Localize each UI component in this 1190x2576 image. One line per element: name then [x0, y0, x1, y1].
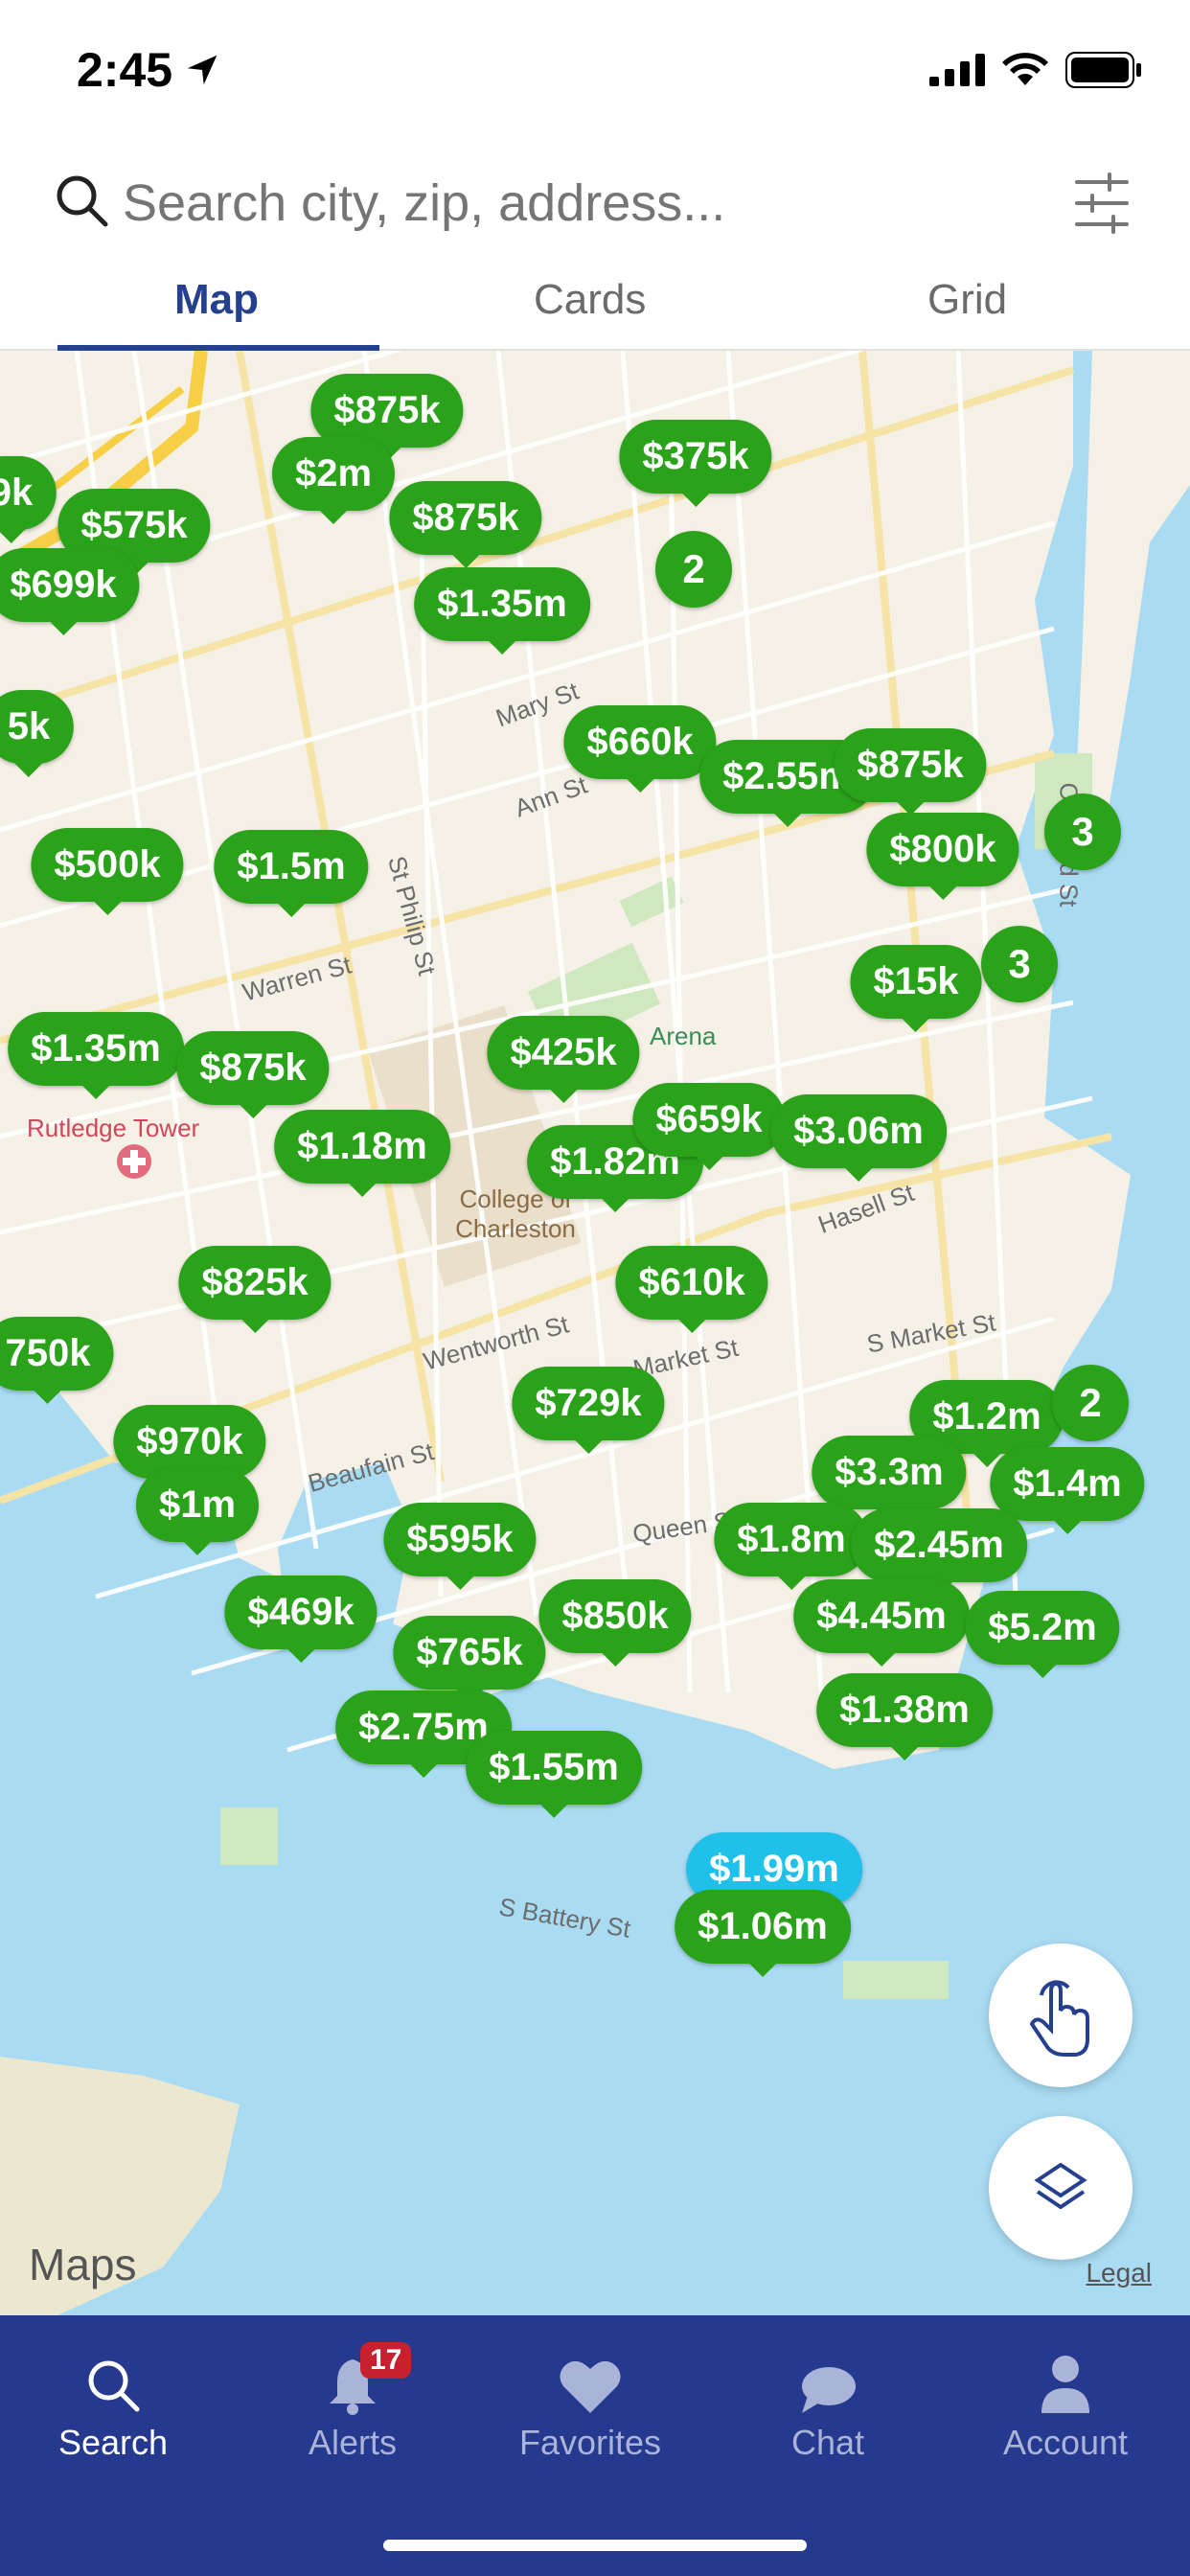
price-pin[interactable]: $825k [178, 1246, 332, 1333]
price-pin[interactable]: $800k [866, 813, 1019, 900]
price-pin[interactable]: $850k [538, 1579, 692, 1667]
price-pin[interactable]: $765k [393, 1616, 546, 1703]
person-icon [1041, 2356, 1089, 2413]
tab-alerts[interactable]: 17 Alerts [247, 2342, 458, 2463]
draw-search-button[interactable] [989, 1944, 1133, 2087]
price-pin[interactable]: $1.5m [214, 830, 369, 917]
price-pin[interactable]: $375k [619, 420, 772, 507]
price-pin[interactable]: $3.06m [770, 1094, 947, 1182]
tab-account[interactable]: Account [960, 2348, 1171, 2463]
price-pin[interactable]: $699k [0, 548, 140, 635]
price-pin[interactable]: $1.38m [816, 1673, 993, 1760]
price-pin[interactable]: $875k [834, 728, 987, 816]
price-pin[interactable]: $729k [512, 1367, 665, 1454]
cluster-marker[interactable]: 3 [981, 926, 1058, 1002]
tab-favorites[interactable]: Favorites [485, 2348, 696, 2463]
price-pin[interactable]: $2.45m [851, 1508, 1027, 1596]
price-pin[interactable]: $4.45m [793, 1579, 970, 1667]
price-pin[interactable]: $425k [487, 1016, 640, 1103]
price-pin[interactable]: $875k [389, 481, 542, 568]
home-indicator [383, 2540, 807, 2551]
signal-icon [929, 54, 985, 86]
search-icon [88, 2360, 140, 2412]
map-layers-button[interactable] [989, 2116, 1133, 2260]
price-pin[interactable]: 750k [0, 1317, 114, 1404]
tab-label: Search [57, 2423, 169, 2462]
map-label: Rutledge Tower [27, 1114, 200, 1142]
maps-attribution-text: Maps [29, 2240, 137, 2289]
filter-sliders-icon[interactable] [1073, 172, 1131, 234]
map-view[interactable]: Rutledge Tower College of Charleston Are… [0, 351, 1190, 2315]
wifi-icon [1002, 53, 1048, 85]
tab-label: Favorites [518, 2423, 662, 2462]
tab-search[interactable]: Search [8, 2348, 218, 2463]
map-label: Arena [650, 1022, 717, 1050]
tab-cards[interactable]: Cards [534, 276, 646, 324]
price-pin[interactable]: $2m [271, 437, 396, 524]
cluster-marker[interactable]: 2 [655, 531, 732, 608]
hospital-icon [117, 1144, 151, 1179]
status-bar: 2:45 [0, 0, 1190, 134]
price-pin[interactable]: $1.35m [414, 567, 590, 655]
chat-bubble-icon [802, 2367, 856, 2413]
tab-grid[interactable]: Grid [927, 276, 1007, 324]
layers-icon [1034, 2162, 1087, 2210]
price-pin[interactable]: $15k [850, 945, 982, 1032]
tab-label: Chat [790, 2423, 865, 2462]
price-pin[interactable]: $659k [632, 1083, 786, 1170]
price-pin[interactable]: $1.55m [466, 1731, 642, 1818]
tab-label: Account [1002, 2423, 1129, 2462]
tab-map[interactable]: Map [174, 276, 259, 324]
alerts-badge: 17 [360, 2342, 412, 2379]
search-bar [0, 134, 1190, 268]
view-tabs: Map Cards Grid [0, 268, 1190, 351]
price-pin[interactable]: $1.06m [675, 1890, 851, 1977]
heart-icon [560, 2360, 621, 2413]
price-pin[interactable]: $595k [383, 1503, 537, 1590]
cluster-marker[interactable]: 3 [1044, 794, 1121, 870]
search-icon [57, 175, 108, 227]
cluster-marker[interactable]: 2 [1052, 1365, 1129, 1441]
price-pin[interactable]: $5.2m [965, 1591, 1120, 1678]
legal-link[interactable]: Legal [1086, 2258, 1152, 2288]
price-pin[interactable]: $3.3m [812, 1436, 967, 1523]
price-pin[interactable]: $1m [135, 1468, 260, 1555]
price-pin[interactable]: $1.18m [274, 1110, 450, 1197]
price-pin[interactable]: $1.35m [8, 1012, 184, 1099]
price-pin[interactable]: $660k [563, 705, 717, 793]
apple-maps-logo: Maps [29, 2239, 136, 2290]
price-pin[interactable]: $469k [224, 1576, 378, 1663]
location-arrow-icon [187, 55, 217, 85]
status-icons [929, 52, 1142, 88]
price-pin[interactable]: $1.8m [714, 1503, 869, 1590]
price-pin[interactable]: $875k [176, 1031, 330, 1118]
tab-chat[interactable]: Chat [722, 2348, 933, 2463]
price-pin[interactable]: 5k [0, 690, 74, 777]
status-time: 2:45 [77, 43, 173, 97]
battery-icon [1065, 52, 1141, 88]
search-input[interactable] [123, 167, 985, 240]
tab-label: Alerts [308, 2423, 398, 2462]
hand-pointer-icon [1029, 1980, 1089, 2057]
price-pin[interactable]: $610k [615, 1246, 768, 1333]
bottom-tab-bar: Search 17 Alerts Favorites Chat Account [0, 2315, 1190, 2576]
price-pin[interactable]: $500k [31, 828, 184, 915]
price-pin[interactable]: $1.4m [990, 1447, 1145, 1534]
